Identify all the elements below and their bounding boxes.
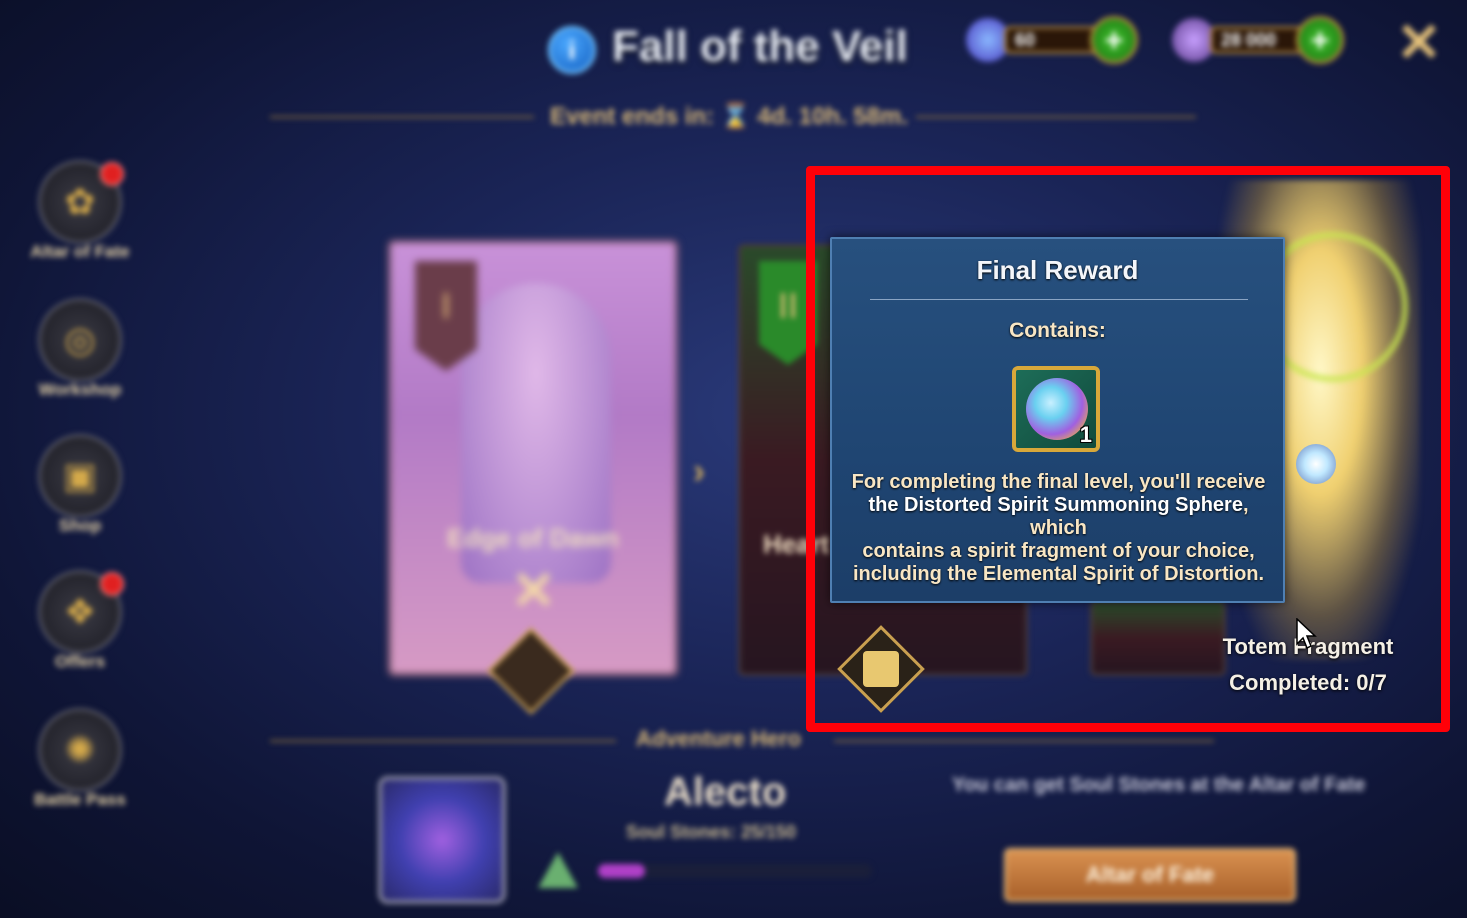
sidebar-item-label: Workshop (38, 380, 122, 399)
close-icon[interactable]: ✕ (1394, 16, 1444, 70)
sidebar-item-battle-pass[interactable]: ✺ Battle Pass (10, 708, 150, 818)
element-icon (538, 852, 578, 888)
add-crystals-button[interactable]: + (1090, 16, 1138, 64)
sidebar-item-altar-of-fate[interactable]: ✿ Altar of Fate (10, 160, 150, 270)
level-banner: I (415, 261, 477, 371)
level-card-1[interactable]: I Edge of Dawn ✕ (388, 240, 678, 676)
hero-portrait[interactable] (378, 776, 506, 904)
currency-coins: 28 000 + (1172, 14, 1344, 66)
add-coins-button[interactable]: + (1296, 16, 1344, 64)
divider-line (916, 116, 1196, 118)
sidebar-item-workshop[interactable]: ◎ Workshop (10, 298, 150, 408)
event-timer: Event ends in: ⌛ 4d. 10h. 58m. (550, 103, 908, 130)
card-title: Edge of Dawn (447, 523, 619, 553)
completed-mark-icon: ✕ (511, 561, 557, 621)
currency-value: 60 (1004, 26, 1100, 54)
divider-line (834, 740, 1214, 742)
info-icon[interactable]: i (548, 26, 596, 74)
divider-line (270, 740, 616, 742)
chevron-right-icon[interactable]: › (693, 450, 705, 492)
sidebar-item-shop[interactable]: ▣ Shop (10, 434, 150, 544)
battle-pass-icon: ✺ (38, 708, 122, 792)
soul-stones-hint: You can get Soul Stones at the Altar of … (952, 774, 1366, 796)
sidebar-item-label: Battle Pass (34, 790, 126, 809)
currency-value: 28 000 (1210, 26, 1306, 54)
divider-line (270, 116, 534, 118)
adventure-hero-label: Adventure Hero (636, 726, 802, 751)
soul-stones-count: Soul Stones: 25/150 (626, 822, 797, 842)
currency-crystals: 60 + (966, 14, 1138, 66)
sidebar-item-label: Offers (54, 652, 106, 671)
altar-of-fate-button[interactable]: Altar of Fate (1004, 848, 1296, 902)
shop-icon: ▣ (38, 434, 122, 518)
highlight-box (806, 166, 1450, 732)
event-title: Fall of the Veil (612, 22, 908, 71)
progress-fill (598, 864, 645, 878)
sidebar-item-offers[interactable]: ❖ Offers (10, 570, 150, 680)
hero-name: Alecto (664, 770, 787, 814)
notification-badge (100, 162, 124, 186)
mouse-cursor-icon (1296, 618, 1317, 650)
soul-stone-progress (598, 864, 872, 878)
sidebar-item-label: Altar of Fate (30, 242, 130, 261)
sidebar-item-label: Shop (58, 516, 102, 535)
workshop-icon: ◎ (38, 298, 122, 382)
event-header: i Fall of the Veil Event ends in: ⌛ 4d. … (0, 0, 1467, 150)
notification-badge (100, 572, 124, 596)
